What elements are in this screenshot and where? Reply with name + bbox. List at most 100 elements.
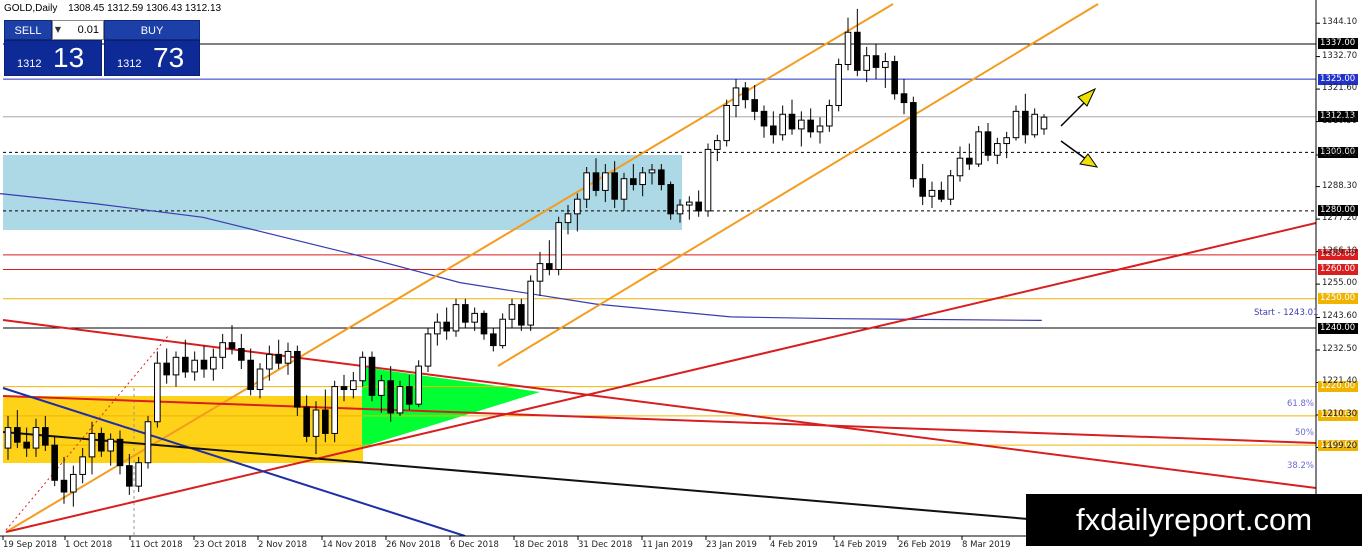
candle-body — [331, 386, 338, 434]
chart-annotation: Start - 1243.01 — [1254, 308, 1319, 319]
one-click-trading-panel: SELL 0.01 ▼ BUY 1312 13 1312 73 — [4, 20, 200, 76]
y-tick-label: 1210.30 — [1322, 408, 1358, 419]
candle-body — [490, 333, 497, 347]
candle — [527, 275, 534, 331]
chart-header: GOLD,Daily 1308.45 1312.59 1306.43 1312.… — [4, 3, 221, 14]
candle — [555, 216, 562, 276]
candle — [462, 298, 469, 329]
buy-price-box[interactable]: 1312 73 — [104, 40, 200, 76]
candle-body — [359, 356, 366, 382]
candle — [667, 181, 674, 220]
candle-body — [900, 93, 908, 104]
x-tick-label: 14 Feb 2019 — [834, 540, 887, 550]
watermark: fxdailyreport.com — [1026, 494, 1362, 546]
candle — [200, 345, 208, 378]
candle-body — [154, 362, 161, 423]
candle-body — [499, 318, 506, 347]
candle-body — [844, 31, 852, 65]
candle-body — [536, 263, 544, 282]
candle-body — [546, 263, 553, 270]
candle-body — [770, 125, 777, 136]
candle-body — [182, 356, 189, 373]
sell-price-small: 1312 — [17, 58, 42, 70]
candle-body — [200, 359, 208, 370]
y-tick-label: 1277.20 — [1322, 213, 1358, 224]
candle — [844, 17, 852, 71]
candle-body — [994, 143, 1001, 156]
candle — [966, 143, 973, 170]
candle-body — [695, 201, 702, 212]
candle — [256, 363, 264, 399]
candle-body — [760, 110, 768, 127]
candle — [807, 108, 814, 138]
candle — [723, 99, 730, 147]
y-tick-label: 1266.10 — [1322, 245, 1358, 256]
candle-body — [424, 333, 432, 367]
buy-button[interactable]: BUY — [104, 20, 200, 40]
candle-body — [891, 61, 898, 95]
candle-body — [658, 169, 665, 186]
candle — [154, 351, 161, 428]
candle-body — [452, 304, 460, 332]
candle-body — [79, 456, 86, 475]
candle-body — [807, 119, 814, 133]
x-tick-label: 8 Mar 2019 — [962, 540, 1011, 550]
x-tick-label: 11 Jan 2019 — [642, 540, 693, 550]
candle-body — [42, 427, 49, 446]
x-tick-label: 4 Feb 2019 — [770, 540, 818, 550]
candle-body — [882, 61, 889, 68]
candle-body — [378, 380, 385, 396]
candle — [536, 251, 544, 296]
orange-channel-upper — [5, 3, 894, 533]
price-label-0: 1337.00 — [1318, 38, 1358, 50]
candle — [956, 146, 964, 182]
candle — [238, 333, 245, 370]
candle-body — [303, 406, 310, 437]
candle — [947, 169, 954, 206]
candle-body — [704, 148, 712, 212]
candle-body — [639, 172, 646, 186]
candle — [938, 181, 945, 203]
lot-dropdown-icon[interactable]: ▼ — [52, 20, 64, 40]
candle-body — [788, 113, 796, 130]
symbol-label: GOLD,Daily — [4, 3, 58, 14]
candle — [704, 143, 712, 217]
candle-body — [350, 380, 357, 391]
buy-price-big: 73 — [153, 42, 185, 73]
candle-body — [583, 172, 590, 200]
candle-body — [630, 178, 637, 186]
candle-body — [275, 353, 282, 364]
candle-body — [984, 131, 992, 156]
candle — [882, 52, 889, 88]
candle — [770, 111, 777, 144]
candle — [928, 181, 936, 208]
candle-body — [1031, 113, 1038, 136]
candle-body — [266, 353, 273, 370]
candle — [910, 96, 917, 188]
candle — [1022, 93, 1029, 144]
candle — [219, 333, 226, 370]
candle-body — [256, 368, 264, 391]
candle — [919, 164, 926, 206]
candle — [368, 351, 376, 402]
sell-price-box[interactable]: 1312 13 — [4, 40, 102, 76]
candle — [994, 137, 1001, 165]
candle-body — [863, 55, 870, 71]
candle-body — [620, 178, 628, 200]
x-tick-label: 23 Oct 2018 — [194, 540, 247, 550]
candle-body — [947, 175, 954, 200]
candle — [1003, 131, 1010, 159]
candle — [891, 55, 898, 100]
chart-annotation: 50% — [1295, 428, 1314, 439]
candle-body — [1022, 110, 1029, 136]
candle-body — [508, 304, 516, 320]
candle — [415, 360, 422, 408]
y-tick-label: 1255.00 — [1322, 278, 1358, 289]
candle-body — [966, 157, 973, 165]
sell-button[interactable]: SELL — [4, 20, 52, 40]
candle — [975, 125, 982, 167]
candle-body — [742, 87, 749, 101]
candle-body — [387, 380, 394, 414]
x-tick-label: 11 Oct 2018 — [130, 540, 183, 550]
price-chart — [0, 0, 1320, 540]
